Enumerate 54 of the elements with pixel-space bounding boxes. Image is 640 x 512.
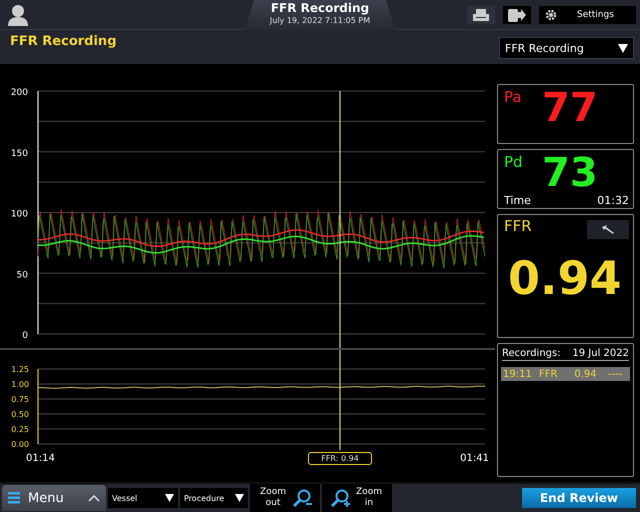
recordings-title: Recordings:	[502, 348, 561, 359]
recording-extra: ----	[608, 368, 624, 380]
dropdown-arrow-icon	[165, 494, 174, 502]
axis-label: 50	[16, 270, 28, 280]
cursor-readout: FFR: 0.94	[308, 452, 372, 465]
recording-type: FFR	[539, 368, 558, 380]
axis-label: 0.00	[11, 440, 29, 449]
page-title: FFR Recording	[10, 34, 116, 49]
date-time: July 19, 2022 7:11:05 PM	[270, 16, 370, 26]
readout-value: 73	[542, 150, 598, 196]
user-icon[interactable]	[8, 4, 28, 26]
ffr-value: 0.94	[508, 251, 622, 305]
zoom-in-icon	[330, 489, 350, 507]
readout-label: Pa	[504, 88, 522, 106]
axis-label: 200	[10, 88, 28, 98]
export-icon	[508, 8, 526, 22]
printer-icon	[473, 8, 489, 20]
zoom-in-button[interactable]: Zoom in	[322, 484, 392, 512]
back-button[interactable]	[587, 220, 629, 239]
axis-label: 1.00	[11, 380, 29, 389]
dropdown-arrow-icon	[618, 44, 628, 52]
readout-value: 77	[542, 85, 598, 131]
export-button[interactable]	[503, 6, 531, 24]
chevron-up-icon	[88, 494, 100, 502]
mode-dropdown[interactable]: FFR Recording	[499, 37, 634, 59]
zoom-out-icon	[292, 489, 312, 507]
procedure-dropdown[interactable]: Procedure	[180, 488, 248, 508]
axis-label: 0.50	[11, 410, 29, 419]
menu-icon	[8, 492, 20, 504]
ffr-label: FFR	[504, 217, 532, 235]
readout-label: Pd	[504, 153, 523, 171]
elapsed-time: 01:32	[597, 194, 629, 207]
settings-icon	[545, 8, 557, 20]
recordings-date: 19 Jul 2022	[572, 348, 629, 359]
axis-label: 1.25	[11, 365, 29, 374]
end-review-button[interactable]: End Review	[522, 488, 636, 508]
print-button[interactable]	[467, 6, 495, 24]
vessel-dropdown[interactable]: Vessel	[108, 488, 178, 508]
axis-label: 150	[10, 148, 28, 159]
axis-label: 0	[22, 331, 28, 341]
recording-time: 19:11	[503, 368, 531, 380]
dropdown-arrow-icon	[235, 494, 244, 502]
axis-label: 0.25	[11, 425, 29, 434]
back-arrow-icon	[602, 225, 614, 234]
zoom-out-button[interactable]: Zoom out	[250, 484, 320, 512]
time-label: 01:14	[26, 452, 55, 464]
settings-button[interactable]: Settings	[539, 6, 636, 24]
time-label: Time	[504, 194, 531, 207]
axis-label: 100	[10, 210, 28, 220]
time-label: 01:41	[460, 452, 489, 464]
menu-button[interactable]: Menu	[2, 485, 106, 511]
window-title: FFR Recording	[270, 1, 370, 16]
recording-value: 0.94	[574, 368, 598, 380]
axis-label: 0.75	[11, 395, 29, 404]
